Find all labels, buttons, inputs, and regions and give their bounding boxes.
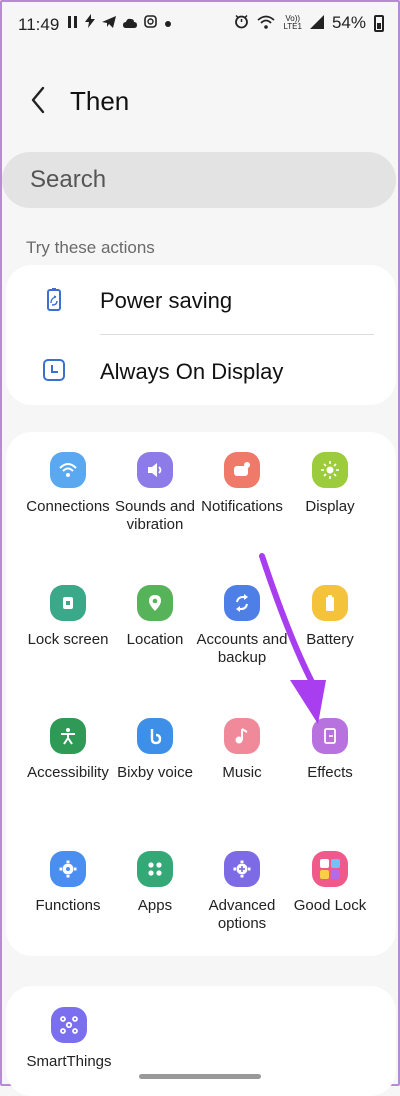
annotation-arrow (259, 553, 326, 724)
arrow-shaft (259, 553, 317, 689)
arrow-head (290, 680, 326, 724)
